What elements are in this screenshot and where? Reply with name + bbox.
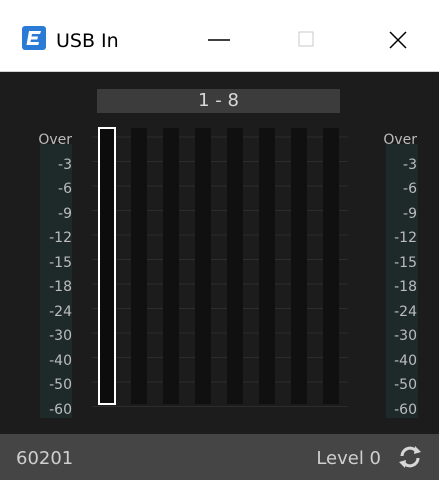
maximize-button[interactable] [276,18,336,62]
channel-meter-5[interactable] [227,128,243,404]
close-icon [389,31,407,49]
meter-panel: 1 - 8 Over -3 -6 -9 -12 -15 -18 -24 -30 -40 -50 -60… [0,72,439,434]
level-label: Level 0 [316,448,381,469]
channel-meter-2[interactable] [131,128,147,404]
refresh-icon[interactable] [396,443,424,471]
maximize-icon [298,31,314,47]
channel-meters [92,127,348,407]
channel-meter-7[interactable] [291,128,307,404]
minimize-icon [208,39,230,41]
device-id: 60201 [16,448,74,469]
channel-meter-6[interactable] [259,128,275,404]
channel-meter-8[interactable] [323,128,339,404]
usb-in-window: USB In 1 - 8 Over -3 -6 -9 -12 -15 -18 -24 -30 -4… [0,0,439,480]
channel-meter-4[interactable] [195,128,211,404]
channel-meter-1[interactable] [98,127,116,405]
app-logo-icon [22,26,46,50]
window-title: USB In [56,30,119,52]
status-bar: 60201 Level 0 [0,434,439,480]
title-bar[interactable]: USB In [0,0,439,72]
minimize-button[interactable] [190,18,250,62]
channel-meter-3[interactable] [163,128,179,404]
close-button[interactable] [368,18,428,62]
